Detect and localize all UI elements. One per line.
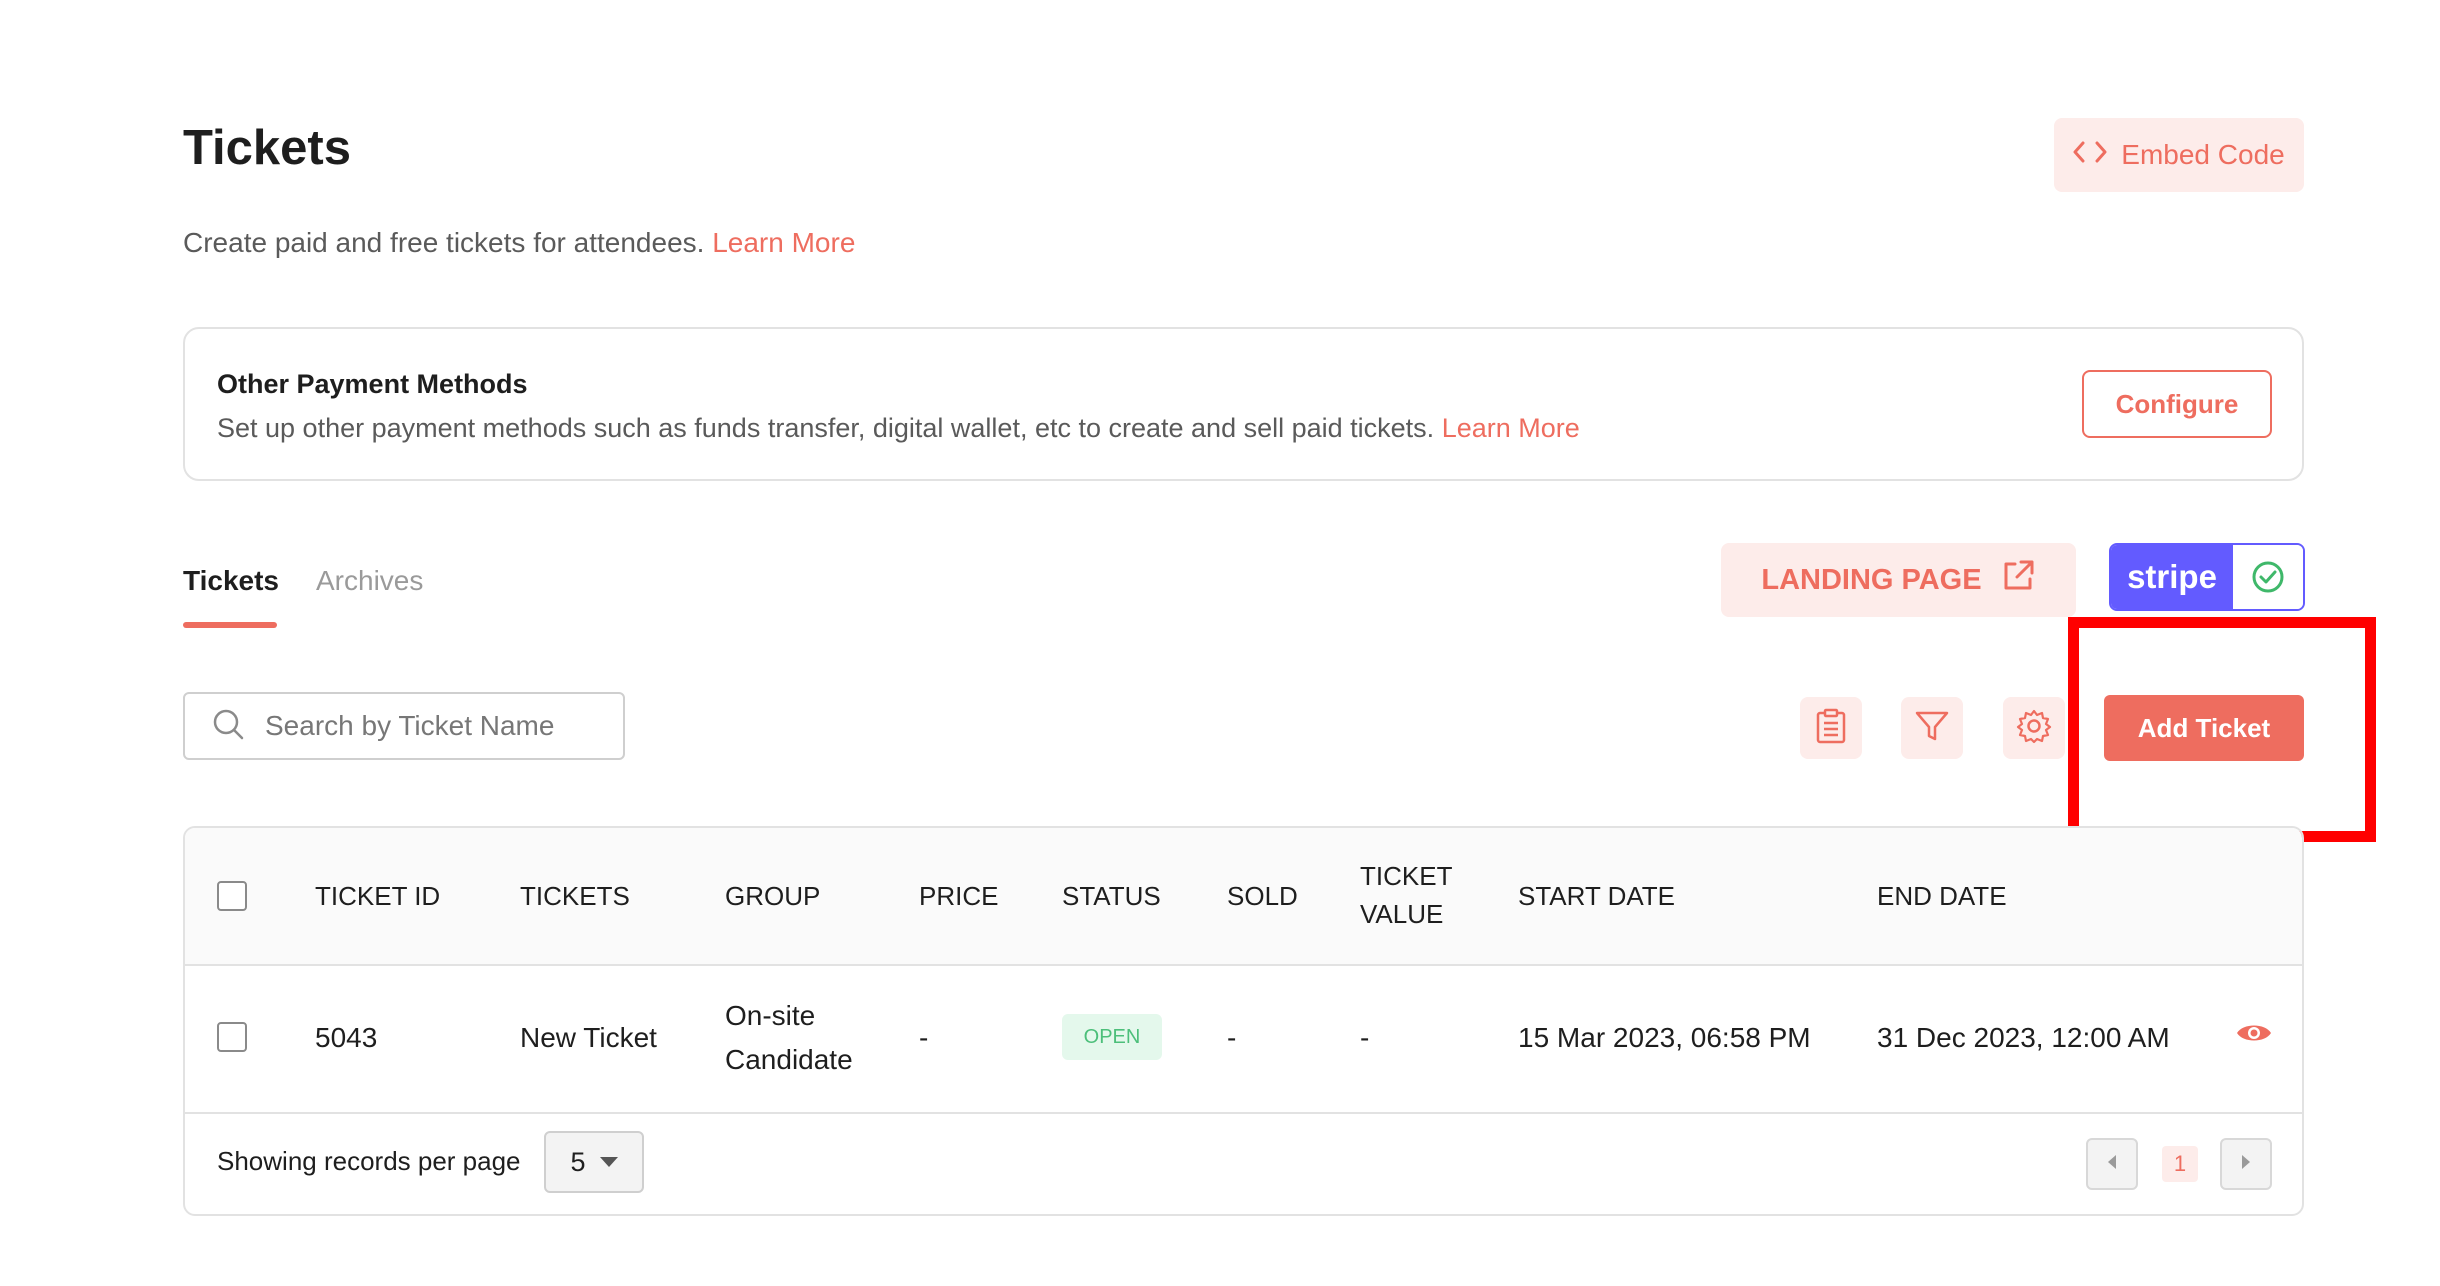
prev-page-button[interactable]: [2086, 1138, 2138, 1190]
col-sold: SOLD: [1227, 881, 1298, 911]
cell-end-date: 31 Dec 2023, 12:00 AM: [1877, 1022, 2170, 1053]
tab-tickets[interactable]: Tickets: [183, 565, 279, 597]
col-ticket-id: TICKET ID: [315, 881, 441, 911]
check-circle-icon: [2233, 545, 2303, 609]
configure-button[interactable]: Configure: [2082, 370, 2272, 438]
gear-icon: [2016, 708, 2052, 749]
select-all-checkbox[interactable]: [217, 881, 247, 911]
eye-icon[interactable]: [2235, 1020, 2273, 1051]
code-icon: [2073, 139, 2107, 171]
embed-code-button[interactable]: Embed Code: [2054, 118, 2304, 192]
payment-card-title: Other Payment Methods: [217, 369, 528, 399]
search-input[interactable]: [263, 709, 587, 743]
payment-card-description: Set up other payment methods such as fun…: [217, 413, 1580, 444]
cell-price: -: [919, 1022, 929, 1053]
external-link-icon: [2000, 558, 2036, 602]
table-row[interactable]: 5043 New Ticket On-site Candidate - OPEN…: [185, 964, 2302, 1114]
filter-button[interactable]: [1901, 697, 1963, 759]
stripe-label: stripe: [2111, 545, 2233, 609]
col-ticket-value: TICKET VALUE: [1360, 861, 1452, 929]
per-page-value: 5: [570, 1146, 586, 1177]
col-end-date: END DATE: [1877, 881, 2007, 911]
page-title: Tickets: [183, 121, 351, 175]
per-page-select[interactable]: 5: [544, 1131, 644, 1193]
embed-code-label: Embed Code: [2121, 139, 2285, 170]
subtitle-text: Create paid and free tickets for attende…: [183, 227, 705, 258]
row-checkbox[interactable]: [217, 1022, 247, 1052]
clipboard-icon: [1815, 708, 1847, 749]
clipboard-button[interactable]: [1800, 697, 1862, 759]
col-group: GROUP: [725, 881, 821, 911]
search-icon: [211, 707, 245, 746]
payment-learn-more-link[interactable]: Learn More: [1442, 413, 1580, 443]
landing-page-button[interactable]: LANDING PAGE: [1721, 543, 2076, 617]
filter-icon: [1914, 709, 1950, 748]
cell-ticket-value: -: [1360, 1022, 1370, 1053]
settings-button[interactable]: [2003, 697, 2065, 759]
chevron-left-icon: [2105, 1153, 2119, 1176]
caret-down-icon: [599, 1157, 618, 1167]
tab-archives[interactable]: Archives: [316, 565, 423, 597]
cell-ticket-name: New Ticket: [520, 1022, 657, 1053]
cell-start-date: 15 Mar 2023, 06:58 PM: [1518, 1022, 1811, 1053]
status-badge: OPEN: [1062, 1014, 1162, 1060]
col-tickets: TICKETS: [520, 881, 630, 911]
col-start-date: START DATE: [1518, 881, 1675, 911]
payment-desc-text: Set up other payment methods such as fun…: [217, 413, 1435, 443]
page-number-current[interactable]: 1: [2162, 1146, 2198, 1182]
page-subtitle: Create paid and free tickets for attende…: [183, 227, 855, 259]
tickets-table: TICKET ID TICKETS GROUP PRICE STATUS SOL…: [183, 826, 2304, 1216]
search-box: [183, 692, 625, 760]
stripe-badge[interactable]: stripe: [2109, 543, 2305, 611]
cell-group: On-site Candidate: [725, 1000, 853, 1075]
cell-sold: -: [1227, 1022, 1237, 1053]
col-status: STATUS: [1062, 881, 1161, 911]
active-tab-indicator: [183, 622, 277, 628]
landing-page-label: LANDING PAGE: [1761, 563, 1982, 596]
cell-ticket-id: 5043: [315, 1022, 378, 1053]
chevron-right-icon: [2239, 1153, 2253, 1176]
learn-more-link[interactable]: Learn More: [712, 227, 855, 258]
table-header: TICKET ID TICKETS GROUP PRICE STATUS SOL…: [185, 828, 2302, 966]
next-page-button[interactable]: [2220, 1138, 2272, 1190]
col-price: PRICE: [919, 881, 999, 911]
per-page-label: Showing records per page: [217, 1146, 521, 1176]
highlight-annotation: [2068, 617, 2376, 842]
payment-methods-card: Other Payment Methods Set up other payme…: [183, 327, 2304, 481]
